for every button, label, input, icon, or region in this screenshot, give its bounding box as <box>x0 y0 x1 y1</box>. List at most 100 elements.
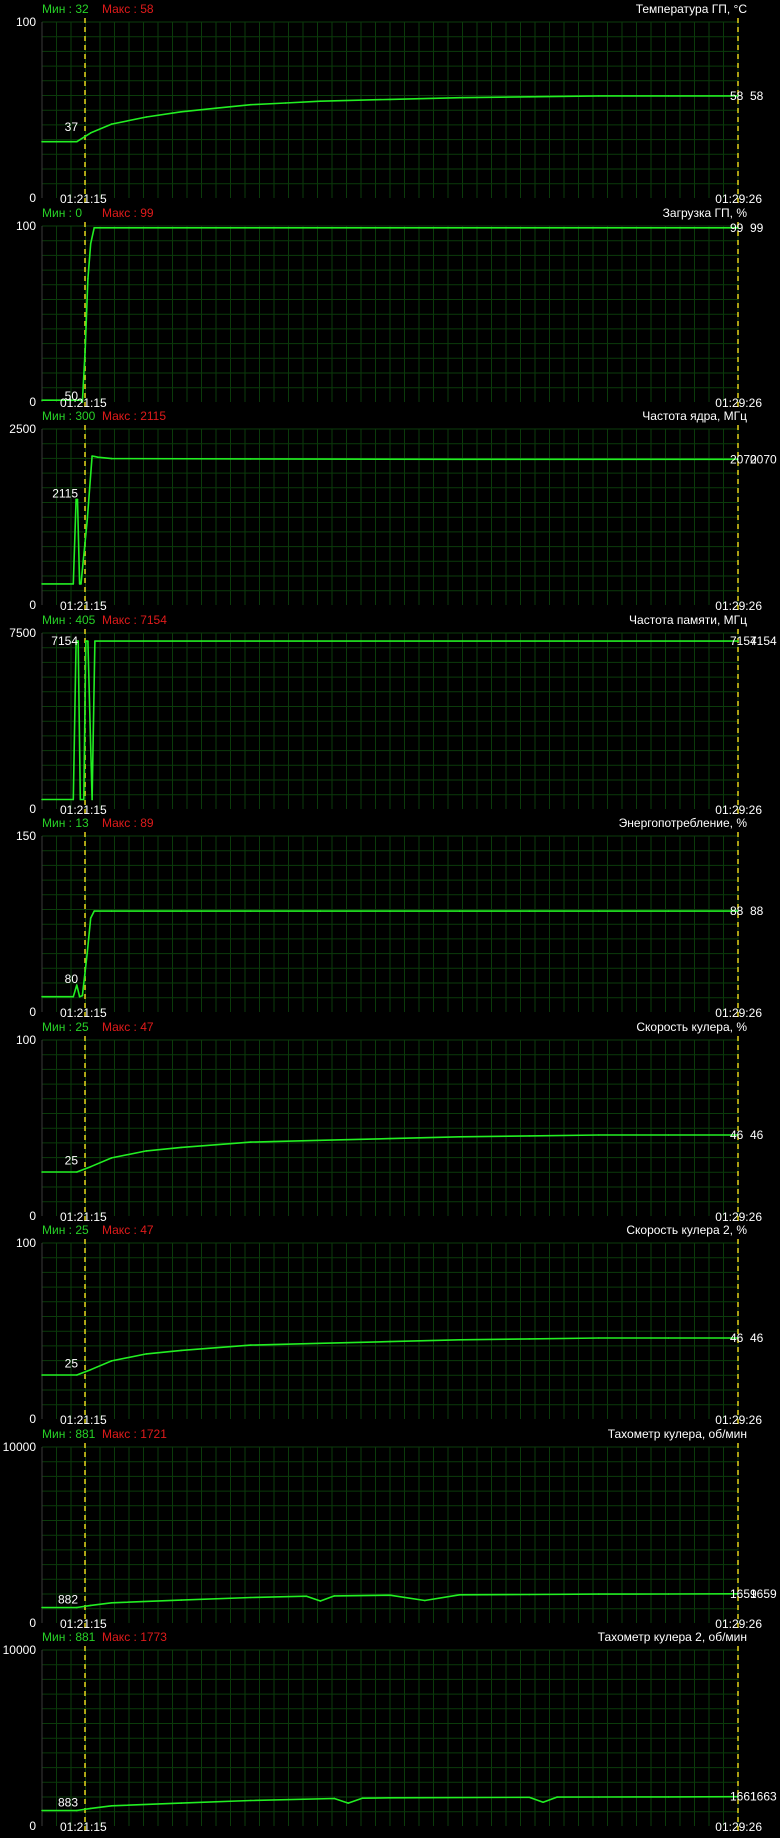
data-point <box>76 1809 78 1812</box>
data-point <box>110 1157 113 1159</box>
start-value-label: 883 <box>58 1795 78 1809</box>
y-tick-label: 0 <box>29 1005 36 1019</box>
start-value-label: 25 <box>65 1154 79 1168</box>
graph-panel: Мин : 25 Макс : 47 Скорость кулера, % 100 0 0… <box>0 1018 780 1224</box>
data-point <box>389 1797 391 1799</box>
data-point <box>667 1337 670 1339</box>
y-tick-label: 0 <box>29 1412 36 1426</box>
grid <box>41 1446 739 1623</box>
data-point <box>94 640 96 642</box>
data-point <box>180 910 182 912</box>
data-point <box>110 1602 113 1604</box>
data-point <box>80 583 82 585</box>
data-point <box>89 1165 92 1168</box>
start-value-label: 37 <box>65 120 79 134</box>
data-point <box>250 1344 252 1346</box>
grid <box>41 21 739 198</box>
graph-panel: Мин : 300 Макс : 2115 Частота ядра, МГц 250… <box>0 407 780 613</box>
data-point <box>347 1802 350 1804</box>
data-point <box>89 132 92 134</box>
data-point <box>284 102 287 104</box>
data-point <box>250 910 252 912</box>
data-point <box>41 1374 43 1376</box>
data-point <box>85 640 87 642</box>
data-point <box>41 1606 43 1609</box>
data-point <box>180 111 182 113</box>
data-point <box>89 1368 92 1371</box>
data-point <box>145 1353 148 1355</box>
data-point <box>79 798 82 801</box>
data-point <box>319 1600 322 1602</box>
graph-plot: 1000 01:21:15 01:29:263758 58 <box>16 15 764 206</box>
data-point <box>81 994 84 997</box>
data-point <box>389 1594 391 1596</box>
data-point <box>361 1797 364 1799</box>
end-value-label: 7154 <box>750 634 777 648</box>
data-point <box>87 640 89 642</box>
data-point <box>598 910 600 912</box>
data-point <box>319 1342 322 1345</box>
graph-plot: 100000 01:21:15 01:29:26883 16611663 <box>3 1643 777 1834</box>
graph-panel: Мин : 405 Макс : 7154 Частота памяти, МГц 7… <box>0 611 780 817</box>
data-point <box>84 348 86 350</box>
data-point <box>89 917 92 919</box>
data-point <box>89 242 92 245</box>
graph-panel: Мин : 0 Макс : 99 Загрузка ГП, % 100 0 01:21:… <box>0 204 780 410</box>
data-point <box>41 798 43 801</box>
data-point <box>528 1796 530 1799</box>
y-tick-label: 2500 <box>9 422 36 436</box>
data-point <box>110 123 113 125</box>
data-point <box>667 1134 670 1136</box>
data-point <box>458 458 461 461</box>
graph-panel: Мин : 32 Макс : 58 Температура ГП, °C 100 0 0… <box>0 0 780 206</box>
grid <box>41 428 739 605</box>
start-value-label: 25 <box>65 1357 79 1371</box>
data-point <box>41 995 43 998</box>
data-point <box>86 952 88 955</box>
y-tick-label: 100 <box>16 1033 36 1047</box>
data-point <box>41 399 43 401</box>
data-point <box>598 1593 600 1595</box>
data-point <box>215 107 217 109</box>
data-point <box>78 995 81 998</box>
data-point <box>667 95 670 97</box>
graph-plot: 1000 01:21:15 01:29:265099 99 <box>16 219 764 410</box>
data-point <box>145 116 148 118</box>
data-point <box>96 456 99 458</box>
start-value-label: 50 <box>65 389 79 403</box>
hardware-monitor-graphs: Мин : 32 Макс : 58 Температура ГП, °C 100 0 0… <box>0 0 780 1838</box>
data-point <box>76 1171 78 1173</box>
graph-panel: Мин : 25 Макс : 47 Скорость кулера 2, % 100… <box>0 1221 780 1427</box>
data-point <box>250 1799 252 1802</box>
graph-panel: Мин : 881 Макс : 1773 Тахометр кулера 2, о… <box>0 1628 780 1834</box>
end-value-label: 88 <box>750 904 764 918</box>
end-value-label: 99 <box>730 221 744 235</box>
data-point <box>87 278 89 280</box>
start-value-label: 7154 <box>51 634 78 648</box>
data-point <box>180 1146 182 1149</box>
data-point <box>458 1339 461 1341</box>
y-tick-label: 0 <box>29 191 36 205</box>
data-point <box>458 1594 461 1596</box>
graph-plot: 1000 01:21:15 01:29:262546 46 <box>16 1033 764 1224</box>
data-point <box>93 227 95 229</box>
data-point <box>78 583 81 585</box>
data-point <box>180 1349 182 1352</box>
data-point <box>528 96 530 98</box>
y-tick-label: 7500 <box>9 626 36 640</box>
data-point <box>110 1360 113 1362</box>
data-point <box>89 1807 92 1810</box>
end-value-label: 1663 <box>750 1790 777 1804</box>
data-point <box>180 1599 182 1601</box>
data-point <box>667 1593 670 1595</box>
data-point <box>41 1171 43 1173</box>
data-point <box>556 1796 558 1798</box>
y-tick-label: 100 <box>16 219 36 233</box>
start-value-label: 2115 <box>52 486 78 500</box>
data-point <box>72 798 75 801</box>
data-point <box>250 103 252 106</box>
data-point <box>667 1796 670 1798</box>
data-point <box>76 1606 78 1609</box>
data-point <box>528 1135 530 1137</box>
y-tick-label: 10000 <box>3 1643 37 1657</box>
